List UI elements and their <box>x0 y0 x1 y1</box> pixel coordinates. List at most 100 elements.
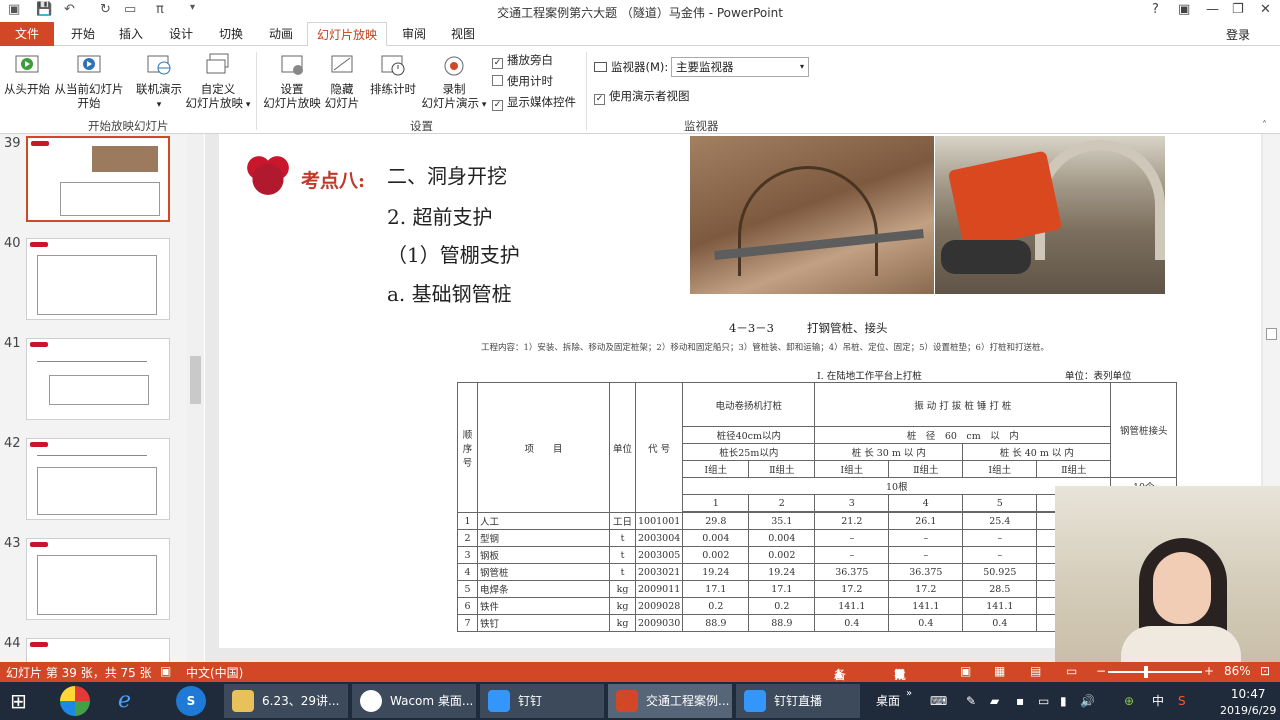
from-current-button[interactable]: 从当前幻灯片 开始 <box>54 52 124 110</box>
zoom-level[interactable]: 86% <box>1224 664 1251 678</box>
table-unit: 单位：表列单位 <box>1065 371 1132 382</box>
powerpoint-icon <box>616 690 638 712</box>
add-icon[interactable]: ⊕ <box>1124 684 1134 718</box>
steel-arch <box>738 166 878 276</box>
folder-icon <box>232 690 254 712</box>
from-beginning-button[interactable]: 从头开始 <box>4 52 50 96</box>
slide-sorter-icon[interactable]: ▦ <box>994 664 1005 678</box>
ribbon: 从头开始 从当前幻灯片 开始 联机演示 ▾ 自定义 幻灯片放映 ▾ 开始放映幻灯片… <box>0 46 1280 134</box>
action-center-icon[interactable]: ▭ <box>1038 684 1049 718</box>
presenter-view-checkbox[interactable]: ✓ 使用演示者视图 <box>594 88 690 105</box>
tab-transitions[interactable]: 切换 <box>214 22 248 46</box>
keyboard-icon[interactable]: ⌨ <box>930 684 947 718</box>
cell: 2 <box>457 529 478 547</box>
sogou-tray-icon[interactable]: S <box>1178 684 1186 718</box>
slide-thumbnail-41[interactable] <box>26 338 170 420</box>
slide-thumbnail-39[interactable] <box>26 136 170 222</box>
tab-animations[interactable]: 动画 <box>264 22 298 46</box>
cell: 4 <box>457 563 478 581</box>
media-controls-checkbox[interactable]: ✓ 显示媒体控件 <box>492 94 576 111</box>
close-icon[interactable]: ✕ <box>1260 2 1271 17</box>
show-hidden-icons-icon[interactable]: » <box>906 684 912 718</box>
group-separator <box>586 52 587 130</box>
header-soil: Ⅱ组土 <box>888 460 964 478</box>
cell: 7 <box>457 614 478 632</box>
setup-label-2: 幻灯片放映 <box>263 96 321 110</box>
network-icon[interactable]: ▮ <box>1060 684 1067 718</box>
spellcheck-icon[interactable]: ▣ <box>160 664 171 678</box>
tab-slideshow[interactable]: 幻灯片放映 <box>307 22 387 47</box>
record-button[interactable]: 录制 幻灯片演示 ▾ <box>420 52 488 112</box>
slide-thumbnail-40[interactable] <box>26 238 170 320</box>
slide-thumbnail-42[interactable] <box>26 438 170 520</box>
taskbar-dingtalk-live[interactable]: 钉钉直播 <box>736 684 860 718</box>
tray-app-icon[interactable]: ▪ <box>1016 684 1024 718</box>
reading-view-icon[interactable]: ▤ <box>1030 664 1041 678</box>
monitor-label-text: 监视器(M): <box>611 60 669 74</box>
nvidia-icon[interactable]: ▰ <box>990 684 999 718</box>
setup-show-button[interactable]: 设置 幻灯片放映 <box>262 52 322 110</box>
tab-file[interactable]: 文件 <box>0 22 54 46</box>
rehearse-button[interactable]: 排练计时 <box>368 52 418 96</box>
cell: 88.9 <box>748 614 816 632</box>
tab-home[interactable]: 开始 <box>66 22 100 46</box>
online-present-label: 联机演示 <box>136 82 182 96</box>
scrollbar-thumb[interactable] <box>190 356 201 404</box>
slide-thumbnail-44[interactable] <box>26 638 170 662</box>
normal-view-icon[interactable]: ▣ <box>960 664 971 678</box>
taskbar-wacom[interactable]: Wacom 桌面... <box>352 684 476 718</box>
tab-review[interactable]: 审阅 <box>397 22 431 46</box>
slideshow-view-icon[interactable]: ▭ <box>1066 664 1077 678</box>
zoom-out-icon[interactable]: − <box>1096 664 1106 678</box>
group-label-monitor: 监视器 <box>684 119 719 133</box>
tab-insert[interactable]: 插入 <box>114 22 148 46</box>
volume-icon[interactable]: 🔊 <box>1080 684 1095 718</box>
minimize-icon[interactable]: — <box>1206 2 1219 17</box>
app-360-icon[interactable] <box>60 686 90 716</box>
restore-icon[interactable]: ❐ <box>1232 2 1244 17</box>
slide-thumbnail-43[interactable] <box>26 538 170 620</box>
timer-icon <box>379 52 407 80</box>
clock[interactable]: 10:47 2019/6/29 <box>1220 686 1276 720</box>
taskbar-powerpoint[interactable]: 交通工程案例... <box>608 684 732 718</box>
taskbar-folder[interactable]: 6.23、29讲... <box>224 684 348 718</box>
cell: 88.9 <box>682 614 750 632</box>
zoom-slider[interactable] <box>1108 671 1202 673</box>
heading-line2: 2. 超前支护 <box>387 205 493 229</box>
sogou-icon[interactable]: S <box>176 686 206 716</box>
login-link[interactable]: 登录 <box>1226 26 1250 43</box>
online-present-button[interactable]: 联机演示 ▾ <box>134 52 184 112</box>
collapse-ribbon-icon[interactable]: ˄ <box>1262 120 1267 131</box>
zoom-in-icon[interactable]: + <box>1204 664 1214 678</box>
from-beginning-label: 从头开始 <box>4 82 50 96</box>
ribbon-display-icon[interactable]: ▣ <box>1178 2 1190 17</box>
taskbar-dingtalk[interactable]: 钉钉 <box>480 684 604 718</box>
scrollbar-thumb[interactable] <box>1266 328 1277 340</box>
topic-tag: 考点八: <box>301 170 366 192</box>
language[interactable]: 中文(中国) <box>186 664 243 681</box>
header-l30: 桩 长 30 m 以 内 <box>814 443 964 461</box>
desktop-toolbar[interactable]: 桌面 <box>876 684 900 718</box>
tab-view[interactable]: 视图 <box>446 22 480 46</box>
wacom-tray-icon[interactable]: ✎ <box>966 684 976 718</box>
thumbnail-scrollbar[interactable] <box>187 134 204 662</box>
monitor-select[interactable]: 主要监视器 ▾ <box>671 57 809 77</box>
ie-browser-icon[interactable]: ℯ <box>118 684 131 718</box>
slide-number: 40 <box>4 236 21 251</box>
zoom-slider-thumb[interactable] <box>1144 666 1148 678</box>
narration-checkbox[interactable]: ✓ 播放旁白 <box>492 52 553 69</box>
thumb-table <box>37 555 157 615</box>
cell: 0.004 <box>682 529 750 547</box>
ime-indicator[interactable]: 中 <box>1152 684 1164 718</box>
cell: – <box>888 546 964 564</box>
windows-start-icon[interactable]: ⊞ <box>10 684 27 718</box>
fit-window-icon[interactable]: ⊡ <box>1260 664 1270 678</box>
tab-design[interactable]: 设计 <box>164 22 198 46</box>
hide-slide-button[interactable]: 隐藏 幻灯片 <box>322 52 362 110</box>
col-header-item: 项 目 <box>477 382 610 513</box>
custom-show-button[interactable]: 自定义 幻灯片放映 ▾ <box>184 52 252 112</box>
help-icon[interactable]: ? <box>1152 2 1159 17</box>
timing-checkbox[interactable]: 使用计时 <box>492 73 553 89</box>
cell: 21.2 <box>814 512 890 530</box>
cell: 6 <box>457 597 478 615</box>
